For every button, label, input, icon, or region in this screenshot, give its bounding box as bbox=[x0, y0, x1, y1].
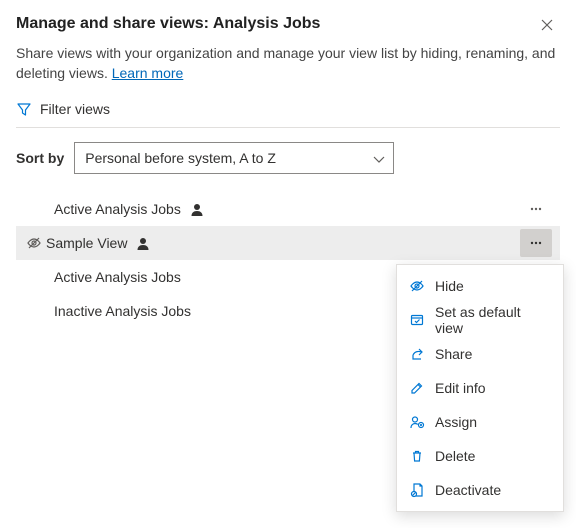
close-button[interactable] bbox=[532, 10, 560, 38]
view-name: Sample View bbox=[46, 235, 127, 251]
row-more-button[interactable] bbox=[520, 229, 552, 257]
person-icon bbox=[189, 202, 203, 216]
menu-item-assign[interactable]: Assign bbox=[397, 405, 563, 439]
eye-off-icon bbox=[409, 278, 425, 294]
deactivate-icon bbox=[409, 482, 425, 498]
view-row[interactable]: Active Analysis Jobs bbox=[16, 192, 560, 226]
default-icon bbox=[409, 312, 425, 328]
more-icon bbox=[528, 235, 544, 251]
menu-item-share[interactable]: Share bbox=[397, 337, 563, 371]
menu-item-label: Assign bbox=[435, 414, 477, 430]
menu-item-delete[interactable]: Delete bbox=[397, 439, 563, 473]
menu-item-label: Hide bbox=[435, 278, 464, 294]
filter-label: Filter views bbox=[40, 101, 110, 117]
close-icon bbox=[539, 17, 553, 31]
sort-by-label: Sort by bbox=[16, 150, 64, 166]
share-icon bbox=[409, 346, 425, 362]
eye-off-icon bbox=[22, 235, 46, 251]
chevron-down-icon bbox=[371, 151, 385, 165]
menu-item-label: Delete bbox=[435, 448, 475, 464]
learn-more-link[interactable]: Learn more bbox=[112, 65, 184, 81]
menu-item-edit-info[interactable]: Edit info bbox=[397, 371, 563, 405]
person-icon bbox=[135, 236, 149, 250]
view-name: Inactive Analysis Jobs bbox=[54, 303, 191, 319]
view-name: Active Analysis Jobs bbox=[54, 269, 181, 285]
view-name: Active Analysis Jobs bbox=[54, 201, 181, 217]
filter-views-button[interactable]: Filter views bbox=[16, 101, 560, 128]
description-text: Share views with your organization and m… bbox=[16, 45, 555, 81]
dialog-title: Manage and share views: Analysis Jobs bbox=[16, 15, 320, 33]
menu-item-set-default[interactable]: Set as default view bbox=[397, 303, 563, 337]
delete-icon bbox=[409, 448, 425, 464]
filter-icon bbox=[16, 101, 32, 117]
assign-icon bbox=[409, 414, 425, 430]
view-row[interactable]: Sample View bbox=[16, 226, 560, 260]
context-menu: Hide Set as default view Share Edit info… bbox=[396, 264, 564, 512]
menu-item-hide[interactable]: Hide bbox=[397, 269, 563, 303]
dialog-description: Share views with your organization and m… bbox=[16, 44, 560, 83]
sort-selected-value: Personal before system, A to Z bbox=[85, 150, 276, 166]
edit-icon bbox=[409, 380, 425, 396]
menu-item-deactivate[interactable]: Deactivate bbox=[397, 473, 563, 507]
menu-item-label: Edit info bbox=[435, 380, 486, 396]
menu-item-label: Set as default view bbox=[435, 304, 551, 336]
menu-item-label: Deactivate bbox=[435, 482, 501, 498]
more-icon bbox=[528, 201, 544, 217]
row-more-button[interactable] bbox=[520, 195, 552, 223]
menu-item-label: Share bbox=[435, 346, 472, 362]
sort-select[interactable]: Personal before system, A to Z bbox=[74, 142, 394, 174]
